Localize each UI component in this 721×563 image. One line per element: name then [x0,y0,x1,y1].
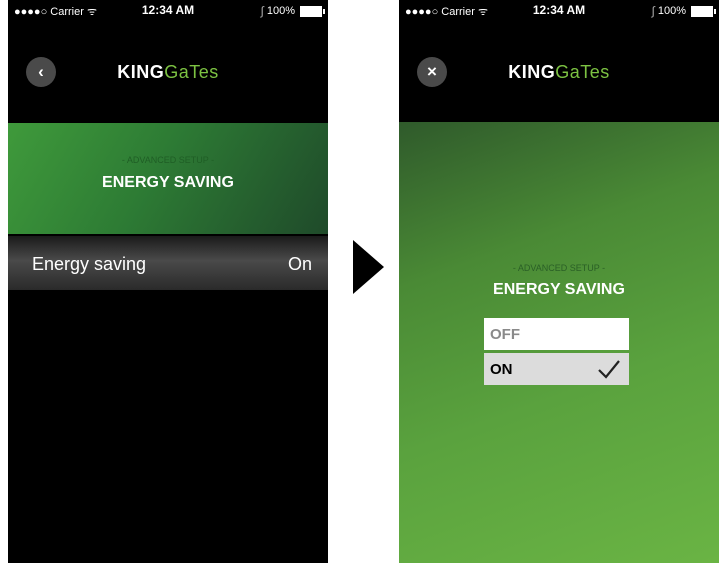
logo-gates: GaTes [164,62,219,82]
picker-panel: - ADVANCED SETUP - ENERGY SAVING OFF ON [399,122,719,563]
brand-logo: KINGGaTes [8,62,328,83]
section-title: ENERGY SAVING [493,281,625,298]
section-subtitle: - ADVANCED SETUP - [512,263,606,273]
section-title: ENERGY SAVING [102,174,234,191]
checkmark-icon [598,360,620,379]
battery-percent: 100% [657,5,686,17]
phone-screen-list: ●●●●○ Carrier ᯤ 12:34 AM ∫ 100% ‹ KINGGa… [8,0,328,563]
section-header: - ADVANCED SETUP - ENERGY SAVING [8,123,328,234]
battery-icon [300,5,325,17]
status-bar: ●●●●○ Carrier ᯤ 12:34 AM ∫ 100% [8,0,328,22]
logo-king: KING [117,62,165,82]
bluetooth-icon: ∫ [260,4,264,18]
section-subtitle: - ADVANCED SETUP - [121,155,215,165]
option-on[interactable]: ON [484,353,629,385]
status-right: ∫ 100% [651,4,716,18]
option-label: OFF [490,326,520,343]
logo-king: KING [508,62,556,82]
battery-percent: 100% [266,5,295,17]
brand-logo: KINGGaTes [399,62,719,83]
flow-arrow-icon [353,240,384,294]
phone-screen-picker: ●●●●○ Carrier ᯤ 12:34 AM ∫ 100% × KINGGa… [399,0,719,563]
energy-saving-row[interactable]: Energy saving On [8,236,328,290]
option-label: ON [490,361,513,378]
setting-value: On [287,254,312,274]
status-bar: ●●●●○ Carrier ᯤ 12:34 AM ∫ 100% [399,0,719,22]
battery-icon [691,5,716,17]
logo-gates: GaTes [555,62,610,82]
option-off[interactable]: OFF [484,318,629,350]
status-right: ∫ 100% [260,4,325,18]
setting-label: Energy saving [32,254,147,274]
bluetooth-icon: ∫ [651,4,655,18]
